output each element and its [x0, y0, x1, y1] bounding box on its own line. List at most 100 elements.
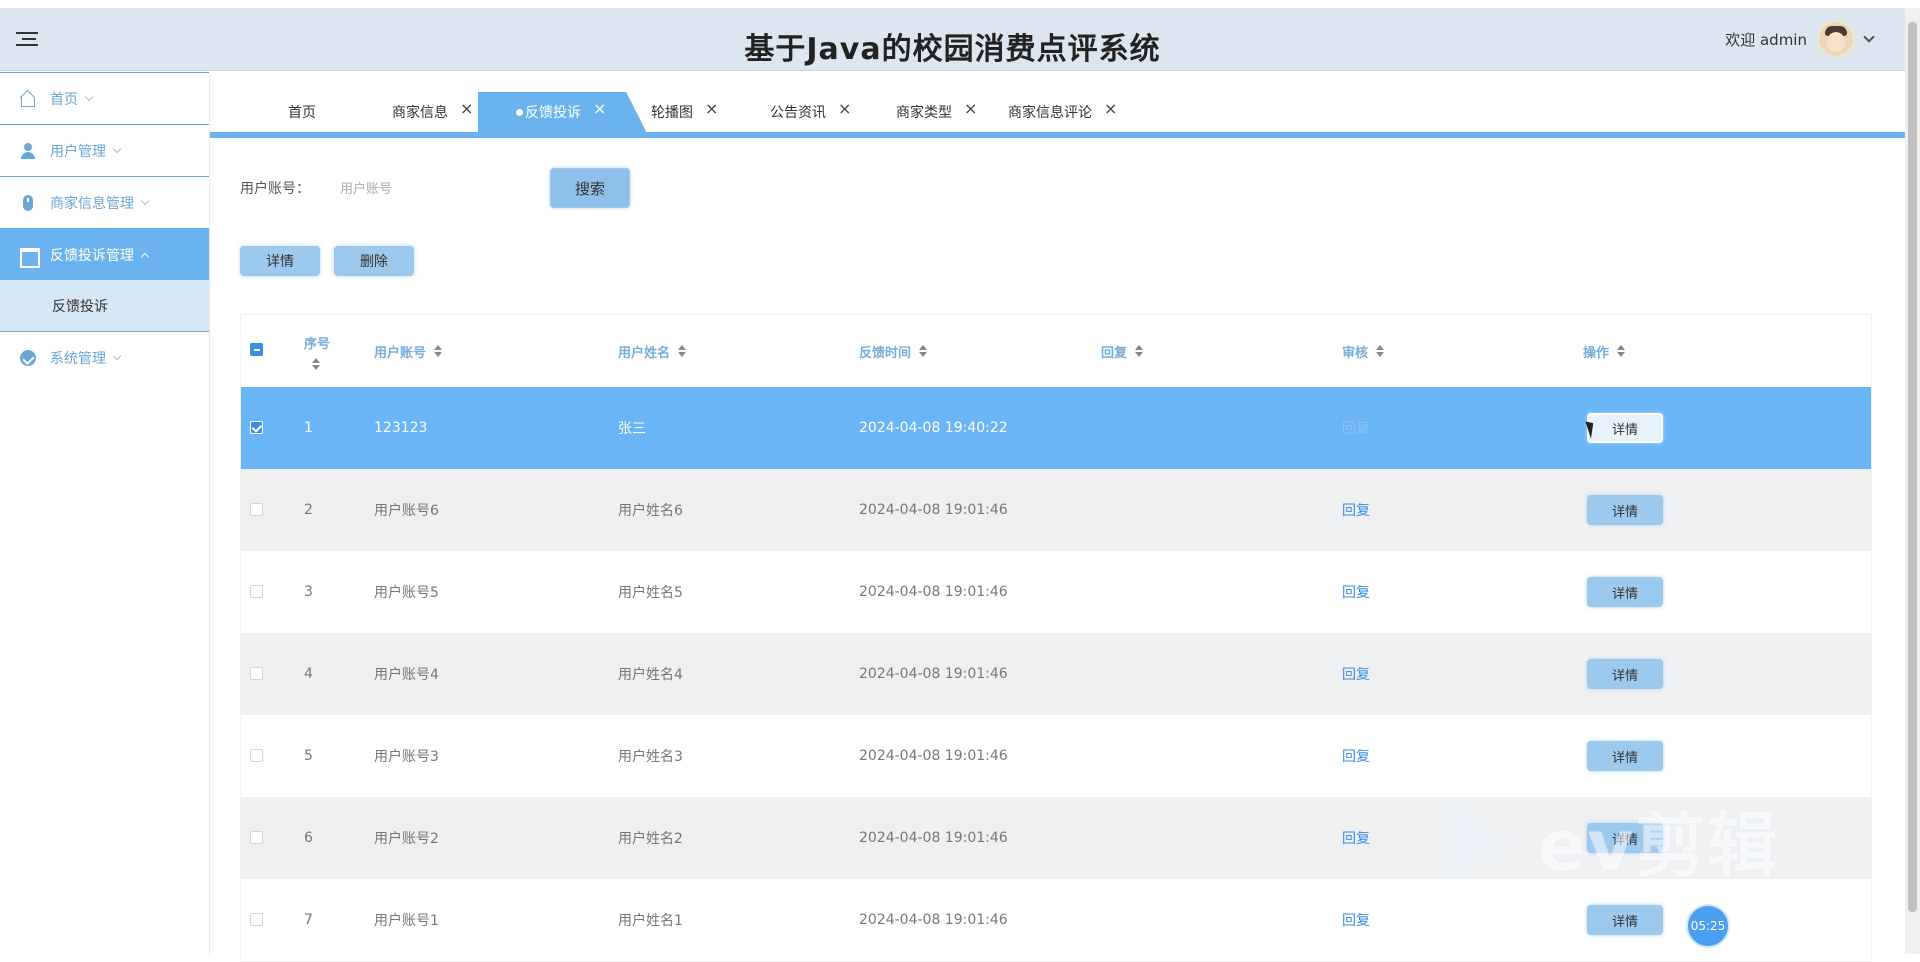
cell-index: 5 [304, 748, 313, 764]
tab-feedback[interactable]: 反馈投诉 × [478, 92, 647, 132]
close-icon[interactable]: × [838, 99, 851, 118]
reply-link[interactable]: 回复 [1342, 746, 1370, 766]
header-label: 用户姓名 [618, 345, 671, 361]
chevron-down-icon[interactable] [1863, 31, 1875, 43]
tab-home[interactable]: 首页 [288, 92, 316, 132]
chevron-down-icon [84, 92, 94, 101]
reply-link[interactable]: 回复 [1342, 582, 1370, 602]
feedback-table: 序号 用户账号 用户姓名 反馈时间 回复 审核 操作 1 123123 张三 2… [240, 314, 1872, 962]
tab-merchant-types[interactable]: 商家类型 × [896, 92, 977, 132]
header-reply[interactable]: 回复 [1101, 315, 1144, 387]
cell-name: 用户姓名1 [618, 913, 683, 929]
sidebar-item-feedback-management[interactable]: 反馈投诉管理 [0, 228, 209, 280]
cell-time: 2024-04-08 19:01:46 [859, 666, 1008, 682]
cell-account: 用户账号2 [374, 831, 439, 847]
row-checkbox[interactable] [250, 585, 263, 598]
scrollbar-thumb[interactable] [1908, 22, 1917, 912]
header-index[interactable]: 序号 [304, 315, 330, 387]
header-label: 审核 [1342, 345, 1369, 361]
sidebar-item-system-management[interactable]: 系统管理 [0, 332, 209, 384]
cell-time: 2024-04-08 19:01:46 [859, 748, 1008, 764]
avatar[interactable] [1817, 20, 1855, 58]
header-name[interactable]: 用户姓名 [618, 315, 687, 387]
row-checkbox[interactable] [250, 749, 263, 762]
row-checkbox[interactable] [250, 503, 263, 516]
row-checkbox[interactable] [250, 831, 263, 844]
header-label: 序号 [304, 336, 331, 352]
close-icon[interactable]: × [1104, 99, 1117, 118]
cell-account: 用户账号4 [374, 667, 439, 683]
row-checkbox[interactable] [250, 913, 263, 926]
tab-label: 反馈投诉 [525, 105, 581, 121]
row-detail-button[interactable]: 详情 [1587, 741, 1663, 771]
detail-button[interactable]: 详情 [240, 246, 320, 276]
row-detail-button[interactable]: 详情 [1587, 823, 1663, 853]
cell-account: 用户账号5 [374, 585, 439, 601]
table-row[interactable]: 5 用户账号3 用户姓名3 2024-04-08 19:01:46 回复 详情 [241, 715, 1871, 797]
table-row[interactable]: 6 用户账号2 用户姓名2 2024-04-08 19:01:46 回复 详情 [241, 797, 1871, 879]
tab-label: 商家信息评论 [1008, 105, 1092, 121]
delete-button[interactable]: 删除 [334, 246, 414, 276]
select-all-checkbox[interactable] [250, 343, 263, 356]
header-review[interactable]: 审核 [1342, 315, 1385, 387]
user-menu[interactable]: 欢迎 admin [1725, 20, 1875, 58]
sort-icon[interactable] [678, 345, 687, 357]
table-row[interactable]: 3 用户账号5 用户姓名5 2024-04-08 19:01:46 回复 详情 [241, 551, 1871, 633]
header-operation[interactable]: 操作 [1583, 315, 1626, 387]
cell-index: 1 [304, 420, 313, 436]
sort-icon[interactable] [919, 345, 928, 357]
top-header: 基于Java的校园消费点评系统 欢迎 admin [0, 8, 1905, 71]
close-icon[interactable]: × [964, 99, 977, 118]
reply-link[interactable]: 回复 [1342, 418, 1370, 438]
tab-bar: 首页 商家信息 × 反馈投诉 × 轮播图 × 公告资讯 × 商家类型 × 商家信… [210, 72, 1905, 138]
sort-icon[interactable] [1617, 345, 1626, 357]
header-label: 用户账号 [374, 345, 427, 361]
header-time[interactable]: 反馈时间 [859, 315, 928, 387]
sort-icon[interactable] [1135, 345, 1144, 357]
tab-label: 首页 [288, 105, 316, 121]
table-row[interactable]: 1 123123 张三 2024-04-08 19:40:22 回复 详情 [241, 387, 1871, 469]
close-icon[interactable]: × [705, 99, 718, 118]
cell-name: 用户姓名3 [618, 749, 683, 765]
tab-announcements[interactable]: 公告资讯 × [770, 92, 851, 132]
reply-link[interactable]: 回复 [1342, 910, 1370, 930]
sort-icon[interactable] [1376, 345, 1385, 357]
sidebar-subitem-feedback[interactable]: 反馈投诉 [0, 280, 209, 332]
row-detail-button[interactable]: 详情 [1587, 495, 1663, 525]
sort-icon[interactable] [434, 345, 443, 357]
cell-index: 7 [304, 912, 313, 928]
tab-label: 公告资讯 [770, 105, 826, 121]
row-checkbox[interactable] [250, 421, 263, 434]
tab-label: 商家类型 [896, 105, 952, 121]
cell-time: 2024-04-08 19:01:46 [859, 830, 1008, 846]
row-detail-button[interactable]: 详情 [1587, 659, 1663, 689]
row-detail-button[interactable]: 详情 [1587, 577, 1663, 607]
sort-icon[interactable] [312, 357, 320, 370]
welcome-text: 欢迎 admin [1725, 30, 1807, 49]
reply-link[interactable]: 回复 [1342, 828, 1370, 848]
close-icon[interactable]: × [460, 99, 473, 118]
row-detail-button[interactable]: 详情 [1587, 413, 1663, 443]
tab-merchant-info[interactable]: 商家信息 × [392, 92, 473, 132]
sidebar-item-user-management[interactable]: 用户管理 [0, 124, 209, 176]
table-row[interactable]: 7 用户账号1 用户姓名1 2024-04-08 19:01:46 回复 详情 [241, 879, 1871, 961]
tab-merchant-comments[interactable]: 商家信息评论 × [1008, 92, 1117, 132]
chevron-up-icon [140, 252, 150, 261]
reply-link[interactable]: 回复 [1342, 664, 1370, 684]
table-row[interactable]: 2 用户账号6 用户姓名6 2024-04-08 19:01:46 回复 详情 [241, 469, 1871, 551]
page-scrollbar[interactable] [1905, 8, 1920, 954]
tab-carousel[interactable]: 轮播图 × [651, 92, 718, 132]
reply-link[interactable]: 回复 [1342, 500, 1370, 520]
sidebar-item-home[interactable]: 首页 [0, 72, 209, 124]
search-button[interactable]: 搜索 [550, 168, 630, 208]
header-label: 操作 [1583, 345, 1610, 361]
close-icon[interactable]: × [593, 99, 606, 118]
recording-timer[interactable]: 05:25 [1686, 904, 1730, 948]
search-input[interactable] [340, 171, 550, 205]
sidebar-item-merchant-management[interactable]: 商家信息管理 [0, 176, 209, 228]
row-checkbox[interactable] [250, 667, 263, 680]
table-row[interactable]: 4 用户账号4 用户姓名4 2024-04-08 19:01:46 回复 详情 [241, 633, 1871, 715]
sidebar-item-label: 首页 [50, 91, 78, 108]
header-account[interactable]: 用户账号 [374, 315, 443, 387]
row-detail-button[interactable]: 详情 [1587, 905, 1663, 935]
